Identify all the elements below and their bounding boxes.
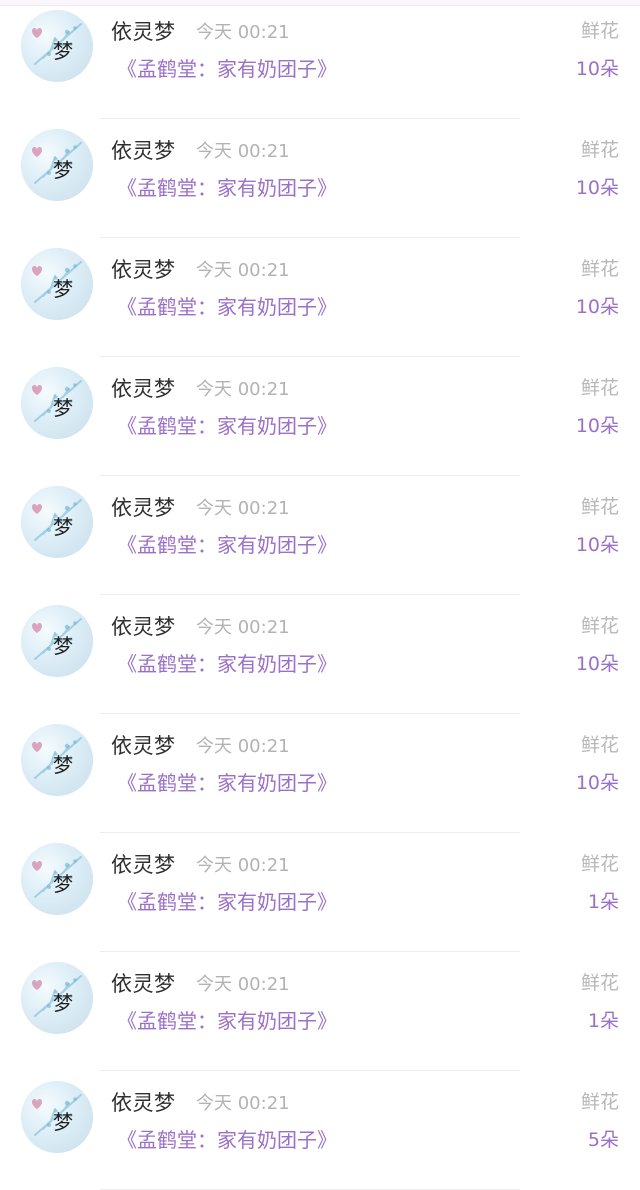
gift-type: 鲜花 (580, 972, 619, 994)
gift-quantity: 10朵 (575, 296, 619, 318)
avatar[interactable]: 梦 (21, 1081, 93, 1153)
user-name[interactable]: 依灵梦 (111, 851, 176, 879)
user-name[interactable]: 依灵梦 (111, 256, 176, 284)
svg-text:梦: 梦 (53, 872, 73, 896)
gift-type: 鲜花 (580, 853, 619, 875)
gift-quantity: 10朵 (575, 177, 619, 199)
gift-quantity: 10朵 (575, 58, 619, 80)
avatar[interactable]: 梦 (21, 129, 93, 201)
svg-text:梦: 梦 (53, 515, 73, 539)
list-item[interactable]: 梦 依灵梦 今天 00:21 《孟鹤堂：家有奶团子》 鲜花 1朵 (0, 952, 640, 1071)
user-name[interactable]: 依灵梦 (111, 970, 176, 998)
avatar[interactable]: 梦 (21, 843, 93, 915)
svg-text:梦: 梦 (53, 39, 73, 63)
timestamp: 今天 00:21 (196, 141, 290, 162)
book-title[interactable]: 《孟鹤堂：家有奶团子》 (117, 174, 337, 202)
gift-quantity: 1朵 (587, 1010, 619, 1032)
gift-quantity: 10朵 (575, 653, 619, 675)
user-name[interactable]: 依灵梦 (111, 1089, 176, 1117)
book-title[interactable]: 《孟鹤堂：家有奶团子》 (117, 1126, 337, 1154)
user-name[interactable]: 依灵梦 (111, 732, 176, 760)
timestamp: 今天 00:21 (196, 617, 290, 638)
gift-type: 鲜花 (580, 734, 619, 756)
svg-text:梦: 梦 (53, 753, 73, 777)
list-item[interactable]: 梦 依灵梦 今天 00:21 《孟鹤堂：家有奶团子》 鲜花 5朵 (0, 1071, 640, 1190)
svg-text:梦: 梦 (53, 991, 73, 1015)
svg-text:梦: 梦 (53, 158, 73, 182)
list-item[interactable]: 梦 依灵梦 今天 00:21 《孟鹤堂：家有奶团子》 鲜花 10朵 (0, 119, 640, 238)
gift-type: 鲜花 (580, 496, 619, 518)
svg-text:梦: 梦 (53, 1110, 73, 1134)
list-item[interactable]: 梦 依灵梦 今天 00:21 《孟鹤堂：家有奶团子》 鲜花 10朵 (0, 357, 640, 476)
book-title[interactable]: 《孟鹤堂：家有奶团子》 (117, 293, 337, 321)
list-item[interactable]: 梦 依灵梦 今天 00:21 《孟鹤堂：家有奶团子》 鲜花 10朵 (0, 0, 640, 119)
timestamp: 今天 00:21 (196, 736, 290, 757)
list-item[interactable]: 梦 依灵梦 今天 00:21 《孟鹤堂：家有奶团子》 鲜花 1朵 (0, 833, 640, 952)
gift-quantity: 10朵 (575, 772, 619, 794)
svg-text:梦: 梦 (53, 396, 73, 420)
timestamp: 今天 00:21 (196, 1093, 290, 1114)
gift-list: 梦 依灵梦 今天 00:21 《孟鹤堂：家有奶团子》 鲜花 10朵 梦 依灵梦 … (0, 0, 640, 1190)
svg-text:梦: 梦 (53, 277, 73, 301)
user-name[interactable]: 依灵梦 (111, 494, 176, 522)
list-item[interactable]: 梦 依灵梦 今天 00:21 《孟鹤堂：家有奶团子》 鲜花 10朵 (0, 476, 640, 595)
gift-quantity: 10朵 (575, 415, 619, 437)
book-title[interactable]: 《孟鹤堂：家有奶团子》 (117, 769, 337, 797)
avatar[interactable]: 梦 (21, 724, 93, 796)
timestamp: 今天 00:21 (196, 855, 290, 876)
gift-quantity: 1朵 (587, 891, 619, 913)
user-name[interactable]: 依灵梦 (111, 18, 176, 46)
timestamp: 今天 00:21 (196, 260, 290, 281)
book-title[interactable]: 《孟鹤堂：家有奶团子》 (117, 55, 337, 83)
gift-type: 鲜花 (580, 1091, 619, 1113)
user-name[interactable]: 依灵梦 (111, 137, 176, 165)
avatar[interactable]: 梦 (21, 962, 93, 1034)
list-item[interactable]: 梦 依灵梦 今天 00:21 《孟鹤堂：家有奶团子》 鲜花 10朵 (0, 238, 640, 357)
avatar[interactable]: 梦 (21, 10, 93, 82)
gift-quantity: 10朵 (575, 534, 619, 556)
timestamp: 今天 00:21 (196, 22, 290, 43)
list-item[interactable]: 梦 依灵梦 今天 00:21 《孟鹤堂：家有奶团子》 鲜花 10朵 (0, 714, 640, 833)
avatar[interactable]: 梦 (21, 367, 93, 439)
gift-type: 鲜花 (580, 139, 619, 161)
list-item[interactable]: 梦 依灵梦 今天 00:21 《孟鹤堂：家有奶团子》 鲜花 10朵 (0, 595, 640, 714)
avatar[interactable]: 梦 (21, 248, 93, 320)
gift-type: 鲜花 (580, 615, 619, 637)
book-title[interactable]: 《孟鹤堂：家有奶团子》 (117, 650, 337, 678)
user-name[interactable]: 依灵梦 (111, 613, 176, 641)
book-title[interactable]: 《孟鹤堂：家有奶团子》 (117, 1007, 337, 1035)
timestamp: 今天 00:21 (196, 974, 290, 995)
svg-text:梦: 梦 (53, 634, 73, 658)
avatar[interactable]: 梦 (21, 605, 93, 677)
book-title[interactable]: 《孟鹤堂：家有奶团子》 (117, 531, 337, 559)
timestamp: 今天 00:21 (196, 498, 290, 519)
gift-type: 鲜花 (580, 20, 619, 42)
gift-quantity: 5朵 (587, 1129, 619, 1151)
timestamp: 今天 00:21 (196, 379, 290, 400)
gift-type: 鲜花 (580, 377, 619, 399)
book-title[interactable]: 《孟鹤堂：家有奶团子》 (117, 888, 337, 916)
book-title[interactable]: 《孟鹤堂：家有奶团子》 (117, 412, 337, 440)
avatar[interactable]: 梦 (21, 486, 93, 558)
user-name[interactable]: 依灵梦 (111, 375, 176, 403)
gift-type: 鲜花 (580, 258, 619, 280)
